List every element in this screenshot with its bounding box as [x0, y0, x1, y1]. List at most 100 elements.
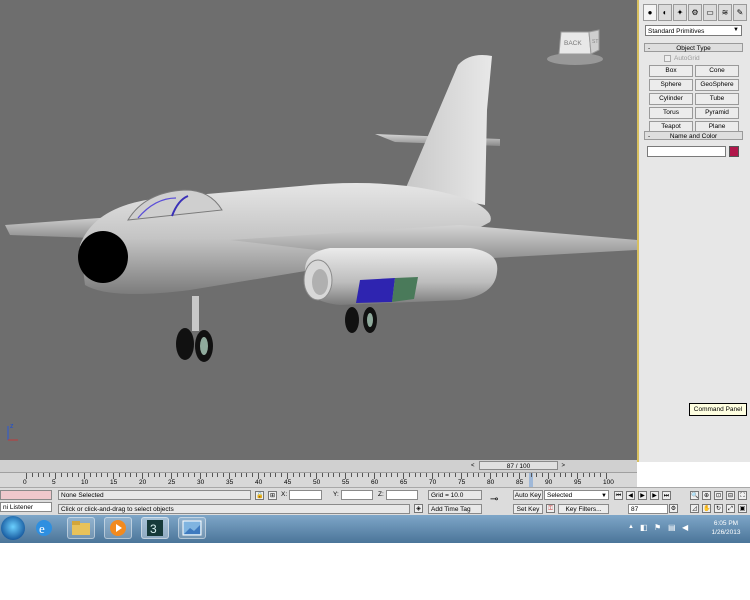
ruler-label: 80 — [487, 479, 495, 486]
track-bar[interactable]: 0 5 10 15 20 25 30 35 40 45 50 55 60 65 70 75 80 85 90 95 10… — [0, 472, 637, 488]
torus-button[interactable]: Torus — [649, 107, 693, 119]
absolute-mode-icon[interactable]: ⊞ — [268, 491, 277, 500]
go-to-end-icon[interactable]: ⏭ — [662, 491, 671, 500]
ruler-tick — [582, 473, 584, 477]
viewcube-side-label: ST — [592, 39, 598, 45]
cone-button[interactable]: Cone — [695, 65, 739, 77]
object-name-input[interactable] — [647, 146, 726, 157]
time-slider-track[interactable]: < 87 / 100 > — [0, 460, 637, 472]
orbit-icon[interactable]: ↻ — [714, 504, 723, 513]
primitives-dropdown[interactable]: Standard Primitives ▼ — [645, 25, 742, 36]
3dsmax-taskbar-icon[interactable]: 3 — [141, 517, 169, 539]
auto-key-button[interactable]: Auto Key — [513, 490, 543, 500]
grid-size: Grid = 10.0 — [428, 490, 482, 500]
box-button[interactable]: Box — [649, 65, 693, 77]
zoom-extents-icon[interactable]: ⊡ — [714, 491, 723, 500]
ruler-tick — [478, 473, 480, 477]
display-tab-icon[interactable]: ▭ — [703, 4, 717, 21]
ruler-tick — [130, 473, 132, 477]
time-slider[interactable]: < 87 / 100 > — [471, 461, 565, 470]
hierarchy-tab-icon[interactable]: ✦ — [673, 4, 687, 21]
command-panel-tabs: ● ◐ ✦ ⚙ ▭ ≋ ✎ — [643, 4, 748, 23]
ruler-tick — [333, 473, 335, 477]
clock[interactable]: 6:05 PM 1/26/2013 — [704, 519, 748, 537]
collapse-icon[interactable]: - — [648, 44, 650, 53]
extra-tab-icon[interactable]: ✎ — [733, 4, 747, 21]
z-coordinate-input[interactable] — [386, 490, 418, 500]
dropdown-arrow-icon[interactable]: ▼ — [732, 26, 740, 35]
ruler-label: 5 — [52, 479, 56, 486]
key-icon[interactable]: ⊸ — [490, 494, 498, 505]
name-and-color-rollout[interactable]: - Name and Color — [644, 131, 743, 140]
zoom-all-icon[interactable]: ⊕ — [702, 491, 711, 500]
tray-flag-icon[interactable]: ⚑ — [654, 523, 661, 532]
go-to-start-icon[interactable]: ⏮ — [614, 491, 623, 500]
dropdown-arrow-icon[interactable]: ▼ — [601, 491, 607, 499]
modify-tab-icon[interactable]: ◐ — [658, 4, 672, 21]
maximize-toggle-icon[interactable]: ▣ — [738, 504, 747, 513]
object-color-swatch[interactable] — [729, 146, 739, 157]
next-frame-arrow-icon[interactable]: > — [561, 462, 565, 471]
zoom-icon[interactable]: 🔍 — [690, 491, 699, 500]
field-of-view-icon[interactable]: ◿ — [690, 504, 699, 513]
create-tab-icon[interactable]: ● — [643, 4, 657, 21]
set-key-button[interactable]: Set Key — [513, 504, 543, 514]
ruler-label: 70 — [429, 479, 437, 486]
time-tag-icon[interactable]: ◈ — [414, 504, 423, 513]
utilities-tab-icon[interactable]: ≋ — [718, 4, 732, 21]
key-filters-button[interactable]: Key Filters... — [558, 504, 609, 514]
ruler-tick — [101, 473, 103, 477]
ruler-tick — [571, 473, 573, 477]
main-gear-strut — [192, 296, 199, 331]
collapse-icon[interactable]: - — [648, 132, 650, 141]
start-button[interactable] — [1, 516, 25, 540]
current-frame-input[interactable]: 87 — [628, 504, 668, 514]
status-bar: ni Listener None Selected Click or click… — [0, 487, 750, 516]
lock-icon[interactable]: 🔒 — [255, 491, 264, 500]
y-label: Y: — [333, 491, 339, 498]
cylinder-button[interactable]: Cylinder — [649, 93, 693, 105]
perspective-viewport[interactable]: z BACK ST — [0, 0, 637, 460]
tray-app-icon[interactable]: ◧ — [640, 523, 648, 532]
media-player-icon[interactable] — [104, 517, 132, 539]
pyramid-button[interactable]: Pyramid — [695, 107, 739, 119]
x-label: X: — [281, 491, 288, 498]
volume-icon[interactable]: ◀ — [682, 523, 688, 532]
tube-button[interactable]: Tube — [695, 93, 739, 105]
ruler-tick — [513, 473, 515, 477]
ruler-tick — [165, 473, 167, 477]
sphere-button[interactable]: Sphere — [649, 79, 693, 91]
next-frame-icon[interactable]: ▶ — [650, 491, 659, 500]
autogrid-checkbox-box[interactable] — [664, 55, 671, 62]
viewcube[interactable]: BACK ST — [545, 26, 605, 68]
x-coordinate-input[interactable] — [289, 490, 322, 500]
maxscript-listener-top[interactable] — [0, 490, 52, 500]
prev-frame-arrow-icon[interactable]: < — [471, 462, 475, 471]
show-hidden-icons-icon[interactable]: ▲ — [628, 524, 634, 530]
svg-text:3: 3 — [150, 522, 157, 536]
object-type-rollout[interactable]: - Object Type — [644, 43, 743, 52]
set-key-big-icon[interactable]: ⚿ — [546, 504, 555, 513]
maxscript-listener[interactable]: ni Listener — [0, 502, 52, 512]
internet-explorer-icon[interactable]: e — [30, 517, 58, 539]
file-explorer-icon[interactable] — [67, 517, 95, 539]
y-coordinate-input[interactable] — [341, 490, 373, 500]
play-icon[interactable]: ▶ — [638, 491, 647, 500]
zoom-extents-all-icon[interactable]: ⊟ — [726, 491, 735, 500]
previous-frame-icon[interactable]: ◀ — [626, 491, 635, 500]
image-viewer-icon[interactable] — [178, 517, 206, 539]
motion-tab-icon[interactable]: ⚙ — [688, 4, 702, 21]
network-icon[interactable]: ▤ — [668, 523, 676, 532]
ruler-label: 65 — [400, 479, 408, 486]
pan-icon[interactable]: ✋ — [702, 504, 711, 513]
time-config-icon[interactable]: ⚙ — [669, 504, 678, 513]
add-time-tag[interactable]: Add Time Tag — [428, 504, 482, 514]
walkthrough-icon[interactable]: ⤢ — [726, 504, 735, 513]
ruler-tick — [60, 473, 62, 477]
key-mode-dropdown[interactable]: Selected ▼ — [544, 490, 609, 500]
ruler-tick — [298, 473, 300, 477]
autogrid-checkbox[interactable]: AutoGrid — [664, 55, 700, 62]
ruler-tick — [269, 473, 271, 477]
maximize-viewport-icon[interactable]: ⛶ — [738, 491, 747, 500]
geosphere-button[interactable]: GeoSphere — [695, 79, 739, 91]
